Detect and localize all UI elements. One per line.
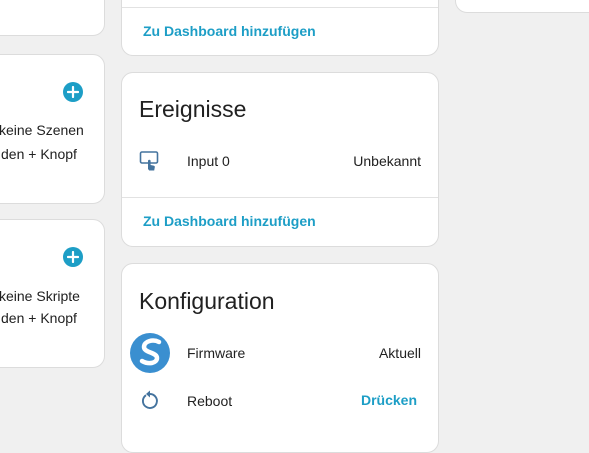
reboot-label: Reboot (187, 393, 233, 409)
gesture-tap-button-icon (139, 151, 159, 171)
restart-icon (141, 390, 158, 409)
scripts-empty-text-2: den + Knopf (1, 310, 77, 326)
scripts-empty-text-1: keine Skripte (0, 288, 80, 304)
divider (122, 7, 438, 8)
scenes-empty-text-1: keine Szenen (0, 122, 84, 138)
add-to-dashboard-link-top[interactable]: Zu Dashboard hinzufügen (143, 23, 316, 39)
add-script-plus-icon[interactable] (63, 247, 83, 267)
events-card-title: Ereignisse (139, 96, 247, 122)
divider (122, 197, 438, 198)
event-input-value: Unbekannt (353, 153, 421, 169)
events-card: Ereignisse Input 0 Unbekannt Zu Dashboar… (121, 72, 439, 247)
config-card: Konfiguration Firmware Aktuell Reboot Dr… (121, 263, 439, 453)
scenes-card: keine Szenen den + Knopf (0, 54, 105, 204)
firmware-label: Firmware (187, 345, 246, 361)
scenes-empty-text-2: den + Knopf (1, 146, 77, 162)
event-input-label: Input 0 (187, 153, 230, 169)
shelly-logo-icon (130, 333, 170, 373)
card-left-top (0, 0, 105, 36)
scripts-card: keine Skripte den + Knopf (0, 219, 105, 368)
card-mid-top: Zu Dashboard hinzufügen (121, 0, 439, 56)
firmware-value: Aktuell (378, 345, 421, 361)
card-right-top (455, 0, 589, 13)
config-card-title: Konfiguration (139, 288, 275, 314)
add-to-dashboard-link-events[interactable]: Zu Dashboard hinzufügen (143, 213, 316, 229)
reboot-press-button[interactable]: Drücken (361, 392, 417, 408)
add-scene-plus-icon[interactable] (63, 82, 83, 102)
